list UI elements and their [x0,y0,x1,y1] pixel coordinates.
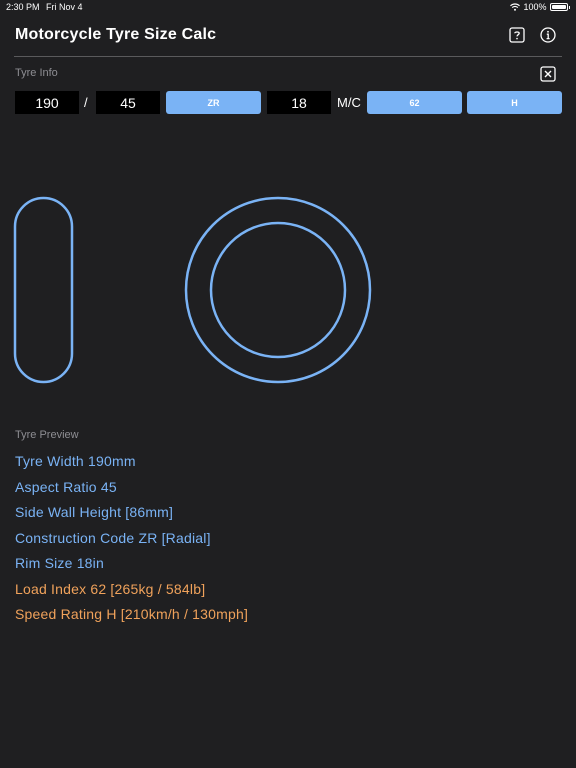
header-divider [14,56,562,57]
battery-icon [549,3,568,11]
info-icon[interactable] [540,27,556,43]
load-index-line: Load Index 62 [265kg / 584lb] [15,581,206,597]
close-icon[interactable] [540,66,556,82]
aspect-ratio-field[interactable]: 45 [96,91,160,114]
status-indicators: 100% [510,2,570,12]
tyre-width-line: Tyre Width 190mm [15,453,136,469]
construction-button[interactable]: ZR [166,91,261,114]
tyre-preview-label: Tyre Preview [15,429,79,441]
speed-rating-line: Speed Rating H [210km/h / 130mph] [15,606,249,622]
status-date: Fri Nov 4 [46,2,83,12]
aspect-ratio-line: Aspect Ratio 45 [15,479,117,495]
width-field[interactable]: 190 [15,91,79,114]
status-time: 2:30 PM [6,2,40,12]
battery-tip [568,5,570,9]
tyre-side-profile [13,196,74,384]
slash-separator: / [84,95,88,110]
tyre-outer-circle [184,196,372,384]
page-title: Motorcycle Tyre Size Calc [15,26,217,43]
question-mark-icon[interactable] [509,27,525,43]
tyre-rim-circle [209,221,347,359]
rim-size-field[interactable]: 18 [267,91,331,114]
load-index-button[interactable]: 62 [367,91,462,114]
tyre-info-label: Tyre Info [15,67,58,79]
mc-label: M/C [337,95,361,110]
tyre-preview-graphic [13,196,372,384]
battery-percent: 100% [523,2,547,12]
status-bar: 2:30 PM Fri Nov 4 100% [0,0,576,14]
wifi-icon [510,3,521,11]
rim-size-line: Rim Size 18in [15,555,104,571]
speed-rating-button[interactable]: H [467,91,562,114]
construction-line: Construction Code ZR [Radial] [15,530,211,546]
side-wall-line: Side Wall Height [86mm] [15,504,174,520]
